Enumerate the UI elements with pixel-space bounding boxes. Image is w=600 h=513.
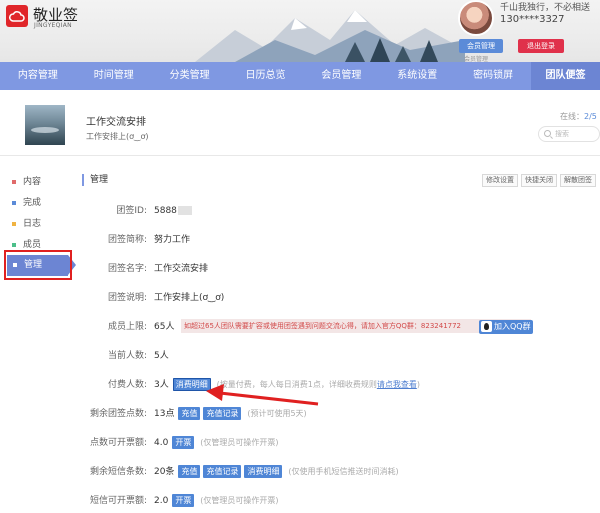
cloud-logo-icon: [9, 11, 25, 22]
main-nav: 内容管理 时间管理 分类管理 日历总览 会员管理 系统设置 密码锁屏 团队便签: [0, 62, 600, 90]
paid-note-end: ): [416, 380, 420, 389]
field-label: 剩余团签点数:: [89, 409, 147, 419]
sms-invoice-value: 2.0: [154, 496, 169, 506]
sms-records-button[interactable]: 充值记录: [203, 465, 242, 478]
member-management-button[interactable]: 会员管理: [459, 39, 503, 53]
member-limit-value: 65人: [154, 322, 175, 332]
consumption-detail-button[interactable]: 消费明细: [172, 378, 211, 391]
field-label: 团签ID:: [116, 206, 147, 216]
bullet-icon: [12, 221, 16, 226]
field-label: 短信可开票额:: [89, 496, 147, 506]
recharge-records-button[interactable]: 充值记录: [203, 407, 242, 420]
qq-icon: [481, 321, 492, 332]
field-remaining-points: 剩余团签点数:: [0, 407, 147, 421]
join-qq-label: 加入QQ群: [494, 322, 531, 331]
sidebar-item-label: 内容: [23, 177, 42, 187]
field-sms-invoice: 短信可开票额:: [0, 494, 147, 508]
sms-recharge-button[interactable]: 充值: [178, 465, 201, 478]
logo: [6, 5, 28, 27]
nav-settings[interactable]: 系统设置: [379, 62, 455, 90]
field-paid-count: 付费人数:: [0, 378, 147, 392]
invoice-note: (仅管理员可操作开票): [200, 438, 279, 447]
member-faint-label: 会员管理: [464, 56, 489, 62]
field-member-limit: 成员上限:: [0, 320, 147, 334]
paid-count-row: 3人 消费明细 (按量付费，每人每日消费1点，详细收费规则请点我查看): [154, 378, 420, 392]
field-label: 付费人数:: [107, 380, 147, 390]
field-label: 团签说明:: [107, 293, 147, 303]
nav-calendar[interactable]: 日历总览: [228, 62, 304, 90]
field-full-name: 团签名字:: [0, 262, 147, 276]
recharge-button[interactable]: 充值: [178, 407, 201, 420]
sms-invoice-note: (仅管理员可操作开票): [200, 496, 279, 505]
points-note: (预计可使用5天): [247, 409, 307, 418]
short-name-value: 努力工作: [154, 235, 191, 245]
pricing-rules-link[interactable]: 请点我查看: [377, 380, 417, 389]
sms-invoice-button[interactable]: 开票: [172, 494, 195, 507]
avatar[interactable]: [458, 0, 494, 36]
nav-category[interactable]: 分类管理: [152, 62, 228, 90]
user-phone: 130****3327: [500, 14, 565, 25]
divider: [0, 155, 600, 156]
online-count: 在线：2/5: [560, 111, 597, 122]
invoice-points-value: 4.0: [154, 438, 169, 448]
invoice-button[interactable]: 开票: [172, 436, 195, 449]
field-label: 团签名字:: [107, 264, 147, 274]
sms-value: 20条: [154, 467, 175, 477]
invoice-points-row: 4.0 开票 (仅管理员可操作开票): [154, 436, 278, 450]
sms-details-button[interactable]: 消费明细: [244, 465, 283, 478]
mountain-banner: [195, 10, 465, 62]
team-thumbnail: [25, 105, 65, 145]
field-current-count: 当前人数:: [0, 349, 147, 363]
remaining-points-value: 13点: [154, 409, 175, 419]
search-icon: [544, 130, 551, 137]
field-team-id: 团签ID:: [0, 204, 147, 218]
team-id-value: 5888: [154, 206, 177, 216]
redacted-block: [177, 206, 192, 215]
user-motto: 千山我独行，不必相送: [500, 3, 591, 13]
bullet-icon: [12, 179, 16, 184]
sms-invoice-row: 2.0 开票 (仅管理员可操作开票): [154, 494, 278, 508]
nav-time[interactable]: 时间管理: [76, 62, 152, 90]
field-short-name: 团签简称:: [0, 233, 147, 247]
team-description: 工作安排上(ơ‿ơ): [86, 132, 149, 141]
sidebar-item-content[interactable]: 内容: [12, 173, 68, 191]
paid-count-value: 3人: [154, 380, 169, 390]
field-label: 当前人数:: [107, 351, 147, 361]
online-value: 2/5: [584, 112, 597, 121]
nav-member[interactable]: 会员管理: [303, 62, 379, 90]
edit-settings-button[interactable]: 修改设置: [482, 174, 518, 187]
sidebar-item-label: 日志: [23, 219, 42, 229]
section-title: 管理: [82, 174, 108, 186]
description-value: 工作安排上(ơ‿ơ): [154, 293, 225, 303]
app-subtitle: JINGYEQIAN: [34, 22, 72, 29]
join-qq-group-button[interactable]: 加入QQ群: [479, 320, 533, 334]
field-team-id-value: 5888: [154, 204, 192, 218]
field-label: 剩余短信条数:: [89, 467, 147, 477]
field-sms-remaining: 剩余短信条数:: [0, 465, 147, 479]
sms-note: (仅使用手机短信推送时间消耗): [288, 467, 399, 476]
field-label: 成员上限:: [107, 322, 147, 332]
current-count-value: 5人: [154, 351, 169, 361]
remaining-points-row: 13点 充值 充值记录 (预计可使用5天): [154, 407, 307, 421]
search-input[interactable]: 搜索: [538, 126, 600, 142]
field-label: 团签简称:: [107, 235, 147, 245]
nav-team[interactable]: 团队便签: [531, 62, 600, 90]
field-label: 点数可开票额:: [89, 438, 147, 448]
paid-note-text: (按量付费，每人每日消费1点，详细收费规则: [216, 380, 377, 389]
team-name: 工作交流安排: [86, 117, 146, 128]
online-label: 在线：: [560, 112, 584, 121]
quick-close-button[interactable]: 快捷关闭: [521, 174, 557, 187]
logout-button[interactable]: 退出登录: [518, 39, 564, 53]
full-name-value: 工作交流安排: [154, 264, 209, 274]
field-description: 团签说明:: [0, 291, 147, 305]
team-header: 工作交流安排 工作安排上(ơ‿ơ) 在线：2/5: [0, 101, 600, 151]
nav-content[interactable]: 内容管理: [0, 62, 76, 90]
header: 敬业签 JINGYEQIAN 千山我独行，不必相送 130****3327 会员…: [0, 0, 600, 62]
nav-lock[interactable]: 密码锁屏: [455, 62, 531, 90]
paid-note: (按量付费，每人每日消费1点，详细收费规则请点我查看): [217, 380, 420, 389]
sms-row: 20条 充值 充值记录 消费明细 (仅使用手机短信推送时间消耗): [154, 465, 399, 479]
dissolve-team-button[interactable]: 解散团签: [560, 174, 596, 187]
field-invoice-points: 点数可开票额:: [0, 436, 147, 450]
search-placeholder: 搜索: [555, 130, 569, 138]
